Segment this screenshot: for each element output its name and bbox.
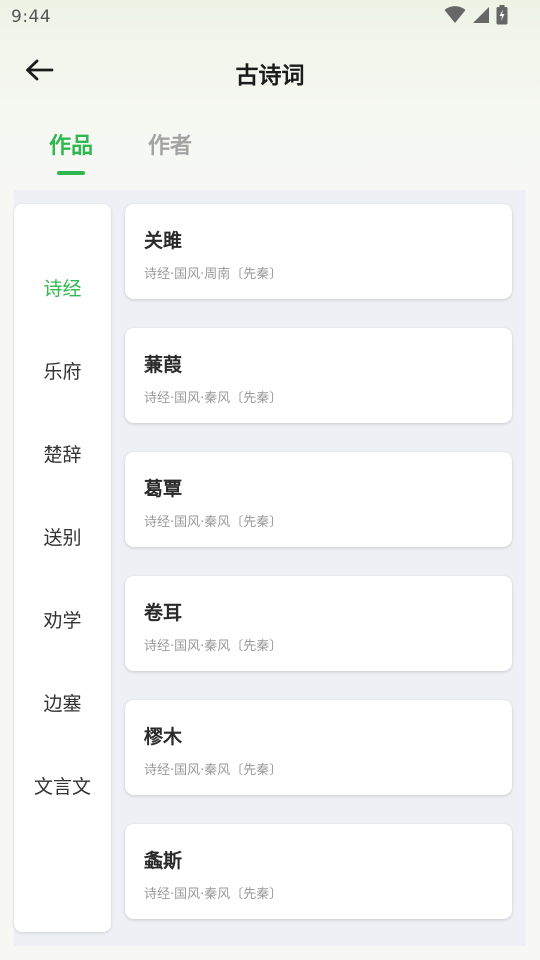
status-icons (444, 5, 508, 29)
poem-title: 葛覃 (144, 478, 183, 500)
page-title: 古诗词 (235, 63, 305, 89)
category-item-yuefu[interactable]: 乐府 (14, 350, 111, 390)
category-sidebar: 诗经 乐府 楚辞 送别 劝学 边塞 文言文 (14, 204, 111, 932)
poem-meta: 诗经·国风·秦风〔先秦〕 (144, 639, 283, 654)
battery-icon (496, 5, 508, 29)
poem-card[interactable]: 卷耳 诗经·国风·秦风〔先秦〕 (125, 576, 512, 671)
poem-card[interactable]: 樛木 诗经·国风·秦风〔先秦〕 (125, 700, 512, 795)
wifi-icon (444, 6, 466, 28)
tab-works[interactable]: 作品 (49, 128, 93, 160)
content-panel: 诗经 乐府 楚辞 送别 劝学 边塞 文言文 关雎 诗经·国风·周南〔先秦〕 蒹葭… (14, 190, 526, 946)
poem-title: 蒹葭 (144, 354, 183, 376)
poem-meta: 诗经·国风·周南〔先秦〕 (144, 267, 283, 282)
category-item-biansai[interactable]: 边塞 (14, 682, 111, 722)
tab-bar: 作品 作者 (0, 120, 540, 180)
category-item-chuci[interactable]: 楚辞 (14, 433, 111, 473)
signal-icon (472, 6, 490, 28)
poem-title: 螽斯 (144, 850, 183, 872)
category-item-quanxue[interactable]: 劝学 (14, 599, 111, 639)
poem-card[interactable]: 葛覃 诗经·国风·秦风〔先秦〕 (125, 452, 512, 547)
app-bar: 古诗词 (0, 44, 540, 100)
poem-title: 樛木 (144, 726, 183, 748)
poem-meta: 诗经·国风·秦风〔先秦〕 (144, 763, 283, 778)
poem-meta: 诗经·国风·秦风〔先秦〕 (144, 887, 283, 902)
poem-meta: 诗经·国风·秦风〔先秦〕 (144, 515, 283, 530)
poem-title: 卷耳 (144, 602, 183, 624)
poem-meta: 诗经·国风·秦风〔先秦〕 (144, 391, 283, 406)
category-item-wenyanwen[interactable]: 文言文 (14, 765, 111, 805)
category-item-shijing[interactable]: 诗经 (14, 267, 111, 307)
category-item-songbie[interactable]: 送别 (14, 516, 111, 556)
tab-author[interactable]: 作者 (148, 128, 192, 160)
poem-card[interactable]: 螽斯 诗经·国风·秦风〔先秦〕 (125, 824, 512, 919)
poem-card[interactable]: 关雎 诗经·国风·周南〔先秦〕 (125, 204, 512, 299)
poem-card[interactable]: 蒹葭 诗经·国风·秦风〔先秦〕 (125, 328, 512, 423)
poem-title: 关雎 (144, 230, 183, 252)
tab-indicator (57, 171, 85, 175)
status-time: 9:44 (11, 7, 52, 27)
status-bar: 9:44 (0, 0, 540, 34)
